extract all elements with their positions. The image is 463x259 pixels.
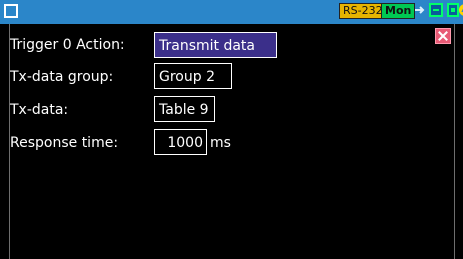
trigger-action-field[interactable]: Transmit data [154,32,277,58]
txdata-group-field[interactable]: Group 2 [154,63,232,89]
response-time-unit: ms [210,135,231,151]
power-icon [459,4,463,16]
txdata-group-label: Tx-data group: [10,69,114,85]
menu-icon[interactable] [4,4,18,18]
mode-badge: Mon [381,3,416,19]
close-icon[interactable] [435,28,451,44]
title-bar: RS-232C Mon [0,0,463,24]
arrow-icon [415,6,425,14]
txdata-field[interactable]: Table 9 [154,96,215,122]
response-time-field[interactable]: 1000 [154,129,207,155]
network-icon [429,3,443,17]
txdata-label: Tx-data: [10,102,69,118]
response-time-label: Response time: [10,135,119,151]
trigger-label: Trigger 0 Action: [10,37,125,53]
